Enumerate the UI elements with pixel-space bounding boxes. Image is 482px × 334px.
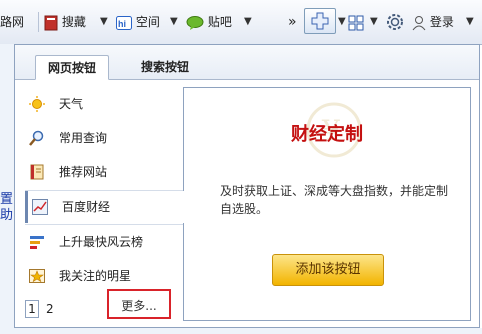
login-dropdown-arrow[interactable]: ▼ <box>466 11 474 33</box>
souzang-button[interactable]: 搜藏 <box>44 11 86 33</box>
kongjian-label: 空间 <box>135 15 160 29</box>
kongjian-button[interactable]: hi 空间 <box>116 11 160 33</box>
list-item-recommended-sites[interactable]: 推荐网站 <box>25 156 183 188</box>
book-icon <box>30 164 44 180</box>
magnifier-icon <box>29 130 44 146</box>
grid-apps-icon[interactable] <box>348 15 364 31</box>
ranking-icon <box>30 236 44 249</box>
button-category-list: 天气 常用查询 推荐网站 百度财经 上升最快风云榜 我关注的明星 <box>15 80 186 292</box>
list-item-label: 推荐网站 <box>59 165 108 179</box>
user-icon <box>412 15 426 30</box>
grid-dropdown-arrow[interactable]: ▼ <box>370 11 378 33</box>
chat-bubble-icon <box>186 15 204 30</box>
detail-description: 及时获取上证、深成等大盘指数，并能定制自选股。 <box>220 184 449 216</box>
list-divider <box>25 224 183 225</box>
add-button-toggle[interactable] <box>304 8 336 34</box>
page-1-link[interactable]: 1 <box>25 300 39 318</box>
toolbar-divider <box>38 12 39 32</box>
stock-chart-icon <box>32 199 48 215</box>
page-2-link[interactable]: 2 <box>43 299 57 319</box>
star-photo-icon <box>29 269 45 283</box>
list-item-rising-ranking[interactable]: 上升最快风云榜 <box>25 226 183 258</box>
tieba-button[interactable]: 贴吧 <box>186 11 232 33</box>
login-button[interactable]: 登录 <box>412 11 454 33</box>
list-pager: 1 2 <box>25 299 57 319</box>
kongjian-dropdown-arrow[interactable]: ▼ <box>170 11 178 33</box>
list-item-label: 百度财经 <box>62 200 111 214</box>
tieba-label: 贴吧 <box>207 15 232 29</box>
list-item-weather[interactable]: 天气 <box>25 88 183 120</box>
list-item-label: 常用查询 <box>59 131 108 145</box>
souzang-dropdown-arrow[interactable]: ▼ <box>100 11 108 33</box>
page-background-left: 置助 <box>0 44 14 334</box>
list-item-label: 天气 <box>59 97 84 111</box>
sun-icon <box>29 96 45 112</box>
list-item-label: 上升最快风云榜 <box>59 235 144 249</box>
background-link-text[interactable]: 置助 <box>0 192 13 224</box>
plus-dropdown-arrow[interactable]: ▼ <box>338 11 346 33</box>
toolbar-overflow-chevron[interactable]: » <box>288 11 297 33</box>
panel-tab-bar: 网页按钮 搜索按钮 <box>15 45 479 80</box>
tieba-dropdown-arrow[interactable]: ▼ <box>244 11 252 33</box>
souzang-label: 搜藏 <box>61 15 86 29</box>
bookmark-book-icon <box>44 15 58 30</box>
svg-text:hi: hi <box>118 19 126 29</box>
detail-title: 财经定制 <box>291 124 363 145</box>
list-item-baidu-finance[interactable]: 百度财经 <box>25 191 186 223</box>
hi-space-icon: hi <box>116 15 132 30</box>
list-item-followed-stars[interactable]: 我关注的明星 <box>25 260 183 292</box>
more-link[interactable]: 更多... <box>107 289 171 319</box>
list-item-label: 我关注的明星 <box>59 269 132 283</box>
tab-webpage-buttons[interactable]: 网页按钮 <box>35 55 110 80</box>
add-button-panel: 网页按钮 搜索按钮 天气 常用查询 推荐网站 百度财经 上升最快风云榜 我关注的… <box>14 44 480 328</box>
page-background-bottom <box>0 328 482 334</box>
site-nav-link[interactable]: 路网 <box>0 11 24 33</box>
tab-search-buttons[interactable]: 搜索按钮 <box>129 55 201 79</box>
browser-toolbar: 路网 搜藏 ▼ hi 空间 ▼ 贴吧 ▼ » ▼ ▼ 登录 ▼ <box>0 0 482 45</box>
gear-icon[interactable] <box>386 13 404 31</box>
add-this-button[interactable]: 添加该按钮 <box>272 254 384 286</box>
login-label: 登录 <box>429 15 454 29</box>
list-item-common-query[interactable]: 常用查询 <box>25 122 183 154</box>
button-detail-card: ¥ 财经定制 及时获取上证、深成等大盘指数，并能定制自选股。 添加该按钮 <box>183 87 471 321</box>
plus-icon <box>311 12 329 30</box>
